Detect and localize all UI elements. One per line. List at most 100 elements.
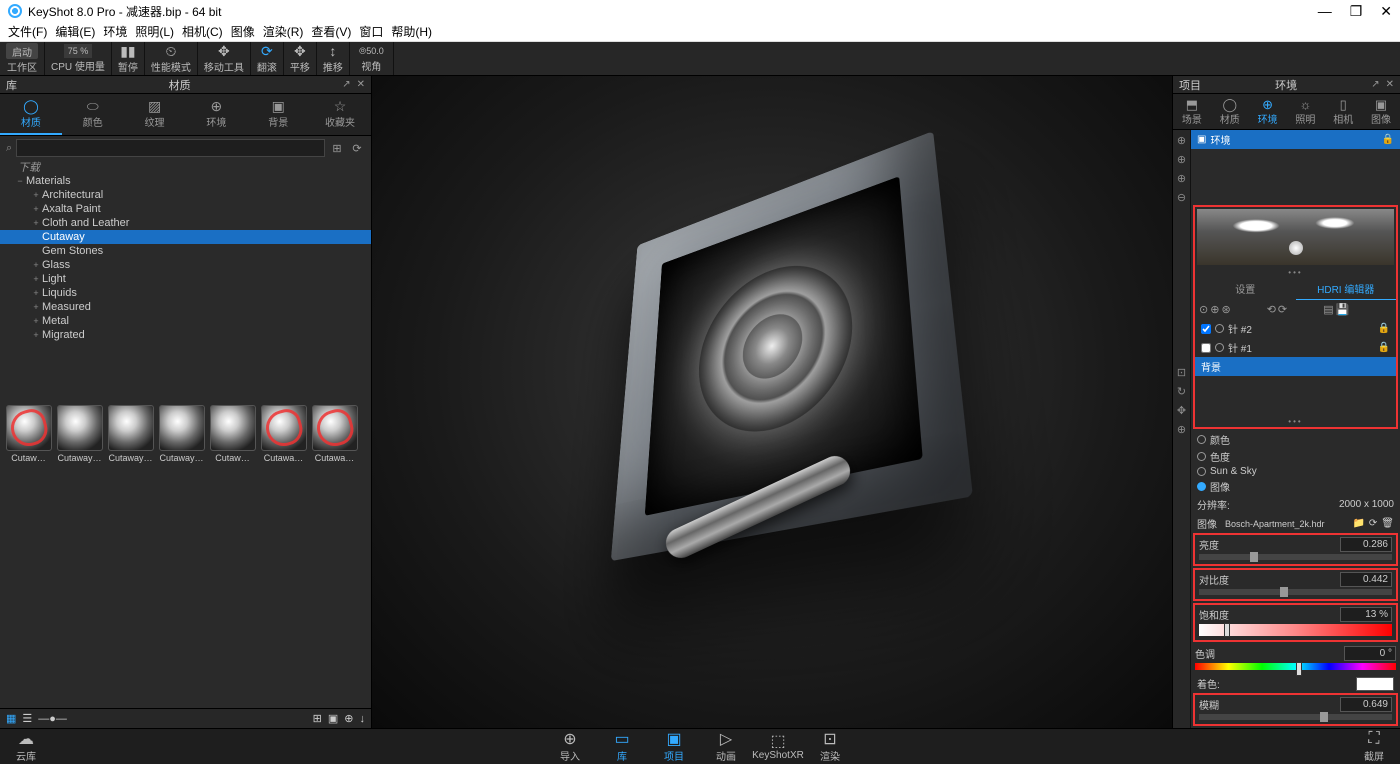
delete-icon[interactable]: 🗑 (1381, 518, 1394, 529)
radio-gradient[interactable]: 色度 (1191, 448, 1400, 465)
contrast-value[interactable]: 0.442 (1340, 572, 1392, 587)
contrast-slider[interactable] (1199, 589, 1392, 595)
panel-close-icon[interactable]: ✕ (357, 79, 365, 90)
slider-icon[interactable]: —●— (38, 713, 67, 725)
subtab-settings[interactable]: 设置 (1195, 278, 1296, 300)
pin-1-row[interactable]: 针 #1🔒 (1195, 338, 1396, 357)
blur-slider[interactable] (1199, 714, 1392, 720)
cloud-library-button[interactable]: ☁云库 (0, 730, 52, 763)
perf-mode-button[interactable]: ⏲性能模式 (145, 42, 198, 75)
footer-action-3[interactable]: ⊕ (344, 712, 353, 725)
env-tool-1[interactable]: ⊕ (1177, 134, 1186, 147)
menu-lighting[interactable]: 照明(L) (135, 23, 174, 40)
tree-materials[interactable]: −Materials (0, 174, 371, 188)
hdri-action-3[interactable]: ⊛ (1221, 303, 1230, 316)
pin-1-checkbox[interactable] (1201, 343, 1211, 353)
env-header[interactable]: ▣环境🔒 (1191, 130, 1400, 149)
menu-image[interactable]: 图像 (231, 23, 255, 40)
menu-file[interactable]: 文件(F) (8, 23, 47, 40)
hdri-action-5[interactable]: ⟳ (1278, 303, 1287, 316)
drag-handle[interactable]: ••• (1195, 267, 1396, 278)
xr-button[interactable]: ⬚KeyShotXR (752, 732, 804, 761)
hdri-action-2[interactable]: ⊕ (1210, 303, 1219, 316)
panel-close-icon[interactable]: ✕ (1386, 79, 1394, 90)
project-button[interactable]: ▣项目 (648, 730, 700, 763)
env-tool-2[interactable]: ⊕ (1177, 153, 1186, 166)
push-button[interactable]: ↕推移 (317, 42, 350, 75)
minimize-button[interactable]: — (1318, 3, 1332, 20)
tree-gemstones[interactable]: Gem Stones (0, 244, 371, 258)
tab-favorites[interactable]: ☆收藏夹 (309, 94, 371, 135)
tree-migrated[interactable]: +Migrated (0, 328, 371, 342)
tab-environments[interactable]: ⊕环境 (185, 94, 247, 135)
fov-button[interactable]: ⦾ 50.0视角 (350, 42, 394, 75)
tree-light[interactable]: +Light (0, 272, 371, 286)
blur-value[interactable]: 0.649 (1340, 697, 1392, 712)
grid-view-icon[interactable]: ▦ (6, 712, 16, 725)
radio-color[interactable]: 颜色 (1191, 431, 1400, 448)
footer-action-4[interactable]: ↓ (360, 713, 366, 725)
screenshot-button[interactable]: ⛶截屏 (1348, 730, 1400, 763)
thumb-cutaway-1[interactable]: Cutaway… (55, 405, 104, 463)
hue-value[interactable]: 0 ° (1344, 646, 1396, 661)
refresh-icon[interactable]: ⟳ (349, 142, 365, 155)
hue-slider[interactable] (1195, 663, 1396, 670)
folder-icon[interactable]: ⊞ (329, 142, 345, 155)
render-button[interactable]: ⊡渲染 (804, 730, 856, 763)
library-button[interactable]: ▭库 (596, 730, 648, 763)
pin-2-row[interactable]: 针 #2🔒 (1195, 319, 1396, 338)
menu-edit[interactable]: 编辑(E) (55, 23, 95, 40)
footer-action-2[interactable]: ▣ (328, 712, 338, 725)
tree-architectural[interactable]: +Architectural (0, 188, 371, 202)
rtab-lighting[interactable]: ☼照明 (1286, 94, 1324, 129)
hdri-action-1[interactable]: ⊙ (1199, 303, 1208, 316)
radio-sunsky[interactable]: Sun & Sky (1191, 465, 1400, 478)
menu-camera[interactable]: 相机(C) (182, 23, 223, 40)
env-tool-3[interactable]: ⊕ (1177, 172, 1186, 185)
menu-window[interactable]: 窗口 (359, 23, 383, 40)
tab-materials[interactable]: ◯材质 (0, 94, 62, 135)
hdri-action-6[interactable]: ▤ (1323, 303, 1333, 316)
thumb-cutaway-6[interactable]: Cutawa… (310, 405, 359, 463)
tree-glass[interactable]: +Glass (0, 258, 371, 272)
tree-metal[interactable]: +Metal (0, 314, 371, 328)
rtab-scene[interactable]: ⬒场景 (1173, 94, 1211, 129)
rtab-image[interactable]: ▣图像 (1362, 94, 1400, 129)
thumb-cutaway-5[interactable]: Cutawa… (259, 405, 308, 463)
env-tool-5[interactable]: ⊡ (1177, 366, 1186, 379)
thumb-cutaway-4[interactable]: Cutaw… (208, 405, 257, 463)
move-tool-button[interactable]: ✥移动工具 (198, 42, 251, 75)
tab-colors[interactable]: ⬭颜色 (62, 94, 124, 135)
popup-icon[interactable]: ↗ (1371, 79, 1379, 90)
tree-liquids[interactable]: +Liquids (0, 286, 371, 300)
tree-cutaway[interactable]: Cutaway (0, 230, 371, 244)
pan-button[interactable]: ✥平移 (284, 42, 317, 75)
menu-environment[interactable]: 环境 (103, 23, 127, 40)
tumble-button[interactable]: ⟳翻滚 (251, 42, 284, 75)
popup-icon[interactable]: ↗ (342, 79, 350, 90)
tree-download[interactable]: 下载 (0, 160, 371, 174)
brightness-slider[interactable] (1199, 554, 1392, 560)
brightness-value[interactable]: 0.286 (1340, 537, 1392, 552)
tree-axalta[interactable]: +Axalta Paint (0, 202, 371, 216)
tree-measured[interactable]: +Measured (0, 300, 371, 314)
close-button[interactable]: ✕ (1380, 3, 1392, 20)
tint-swatch[interactable] (1356, 677, 1394, 691)
tab-textures[interactable]: ▨纹理 (124, 94, 186, 135)
hdri-action-7[interactable]: 💾 (1336, 303, 1350, 316)
pin-2-checkbox[interactable] (1201, 324, 1211, 334)
saturation-slider[interactable] (1199, 624, 1392, 636)
tab-backplates[interactable]: ▣背景 (247, 94, 309, 135)
search-input[interactable] (16, 139, 325, 157)
env-tool-6[interactable]: ↻ (1177, 385, 1186, 398)
radio-image[interactable]: 图像 (1191, 478, 1400, 495)
cpu-usage-button[interactable]: 75 %CPU 使用量 (45, 42, 112, 75)
thumb-cutaway-3[interactable]: Cutaway… (157, 405, 206, 463)
subtab-hdri[interactable]: HDRI 编辑器 (1296, 278, 1397, 300)
folder-open-icon[interactable]: 📁 (1352, 518, 1364, 529)
menu-help[interactable]: 帮助(H) (391, 23, 432, 40)
env-tool-4[interactable]: ⊖ (1177, 191, 1186, 204)
menu-view[interactable]: 查看(V) (311, 23, 351, 40)
env-tool-7[interactable]: ✥ (1177, 404, 1186, 417)
maximize-button[interactable]: ❐ (1350, 3, 1363, 20)
